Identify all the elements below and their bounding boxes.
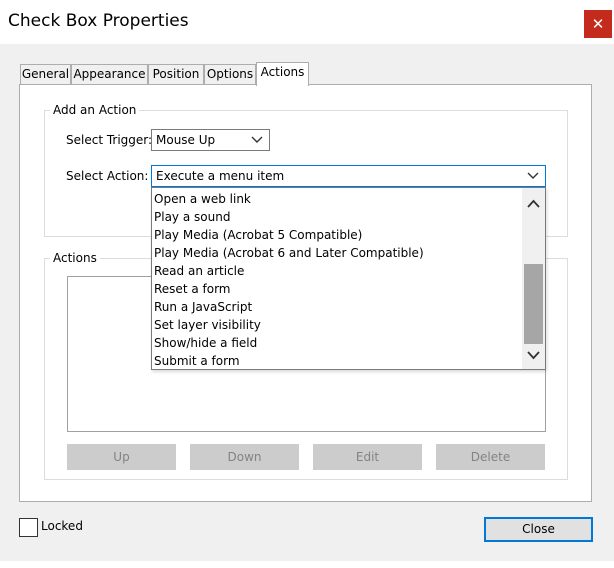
down-button[interactable]: Down [190,444,299,470]
tab-actions-label: Actions [260,65,305,79]
locked-label: Locked [41,519,83,533]
window-bottom-edge [0,561,614,568]
action-dropdown-list[interactable]: Open a web link Play a sound Play Media … [151,187,546,370]
tab-appearance[interactable]: Appearance [71,64,148,85]
chevron-down-icon [527,172,539,179]
tab-appearance-label: Appearance [73,67,146,81]
tab-options-label: Options [206,67,254,81]
dropdown-option-open-web-link[interactable]: Open a web link [154,190,251,208]
add-action-legend: Add an Action [50,103,140,117]
tab-position[interactable]: Position [148,64,204,85]
tab-general-label: General [21,67,70,81]
dropdown-option-submit-form[interactable]: Submit a form [154,352,240,370]
trigger-select-value: Mouse Up [156,133,216,147]
action-select-value: Execute a menu item [156,169,285,183]
edit-button[interactable]: Edit [313,444,422,470]
dropdown-option-read-article[interactable]: Read an article [154,262,244,280]
delete-button[interactable]: Delete [436,444,545,470]
locked-checkbox[interactable] [19,518,38,537]
window-close-button[interactable]: ✕ [584,10,612,38]
dropdown-option-play-media-acrobat6[interactable]: Play Media (Acrobat 6 and Later Compatib… [154,244,424,262]
tab-position-label: Position [152,67,200,81]
up-button[interactable]: Up [67,444,176,470]
dropdown-option-run-javascript[interactable]: Run a JavaScript [154,298,252,316]
tab-options[interactable]: Options [204,64,256,85]
dropdown-option-set-layer-visibility[interactable]: Set layer visibility [154,316,261,334]
action-select[interactable]: Execute a menu item [151,165,546,187]
dropdown-option-show-hide-field[interactable]: Show/hide a field [154,334,257,352]
select-action-label: Select Action: [66,169,149,183]
tab-actions[interactable]: Actions [256,62,309,86]
close-button[interactable]: Close [484,517,593,542]
chevron-up-icon[interactable] [526,198,541,210]
select-trigger-label: Select Trigger: [66,133,153,147]
dropdown-option-reset-form[interactable]: Reset a form [154,280,230,298]
chevron-down-icon [251,136,263,143]
dropdown-option-play-sound[interactable]: Play a sound [154,208,230,226]
tab-general[interactable]: General [20,64,71,85]
dropdown-option-play-media-acrobat5[interactable]: Play Media (Acrobat 5 Compatible) [154,226,362,244]
close-icon: ✕ [591,15,605,33]
window-title: Check Box Properties [8,11,189,31]
chevron-down-icon[interactable] [526,349,541,361]
actions-legend: Actions [50,251,100,265]
dropdown-scrollbar[interactable] [522,188,545,369]
title-bar: Check Box Properties ✕ [0,0,614,44]
scrollbar-thumb[interactable] [524,264,543,344]
trigger-select[interactable]: Mouse Up [151,129,270,151]
